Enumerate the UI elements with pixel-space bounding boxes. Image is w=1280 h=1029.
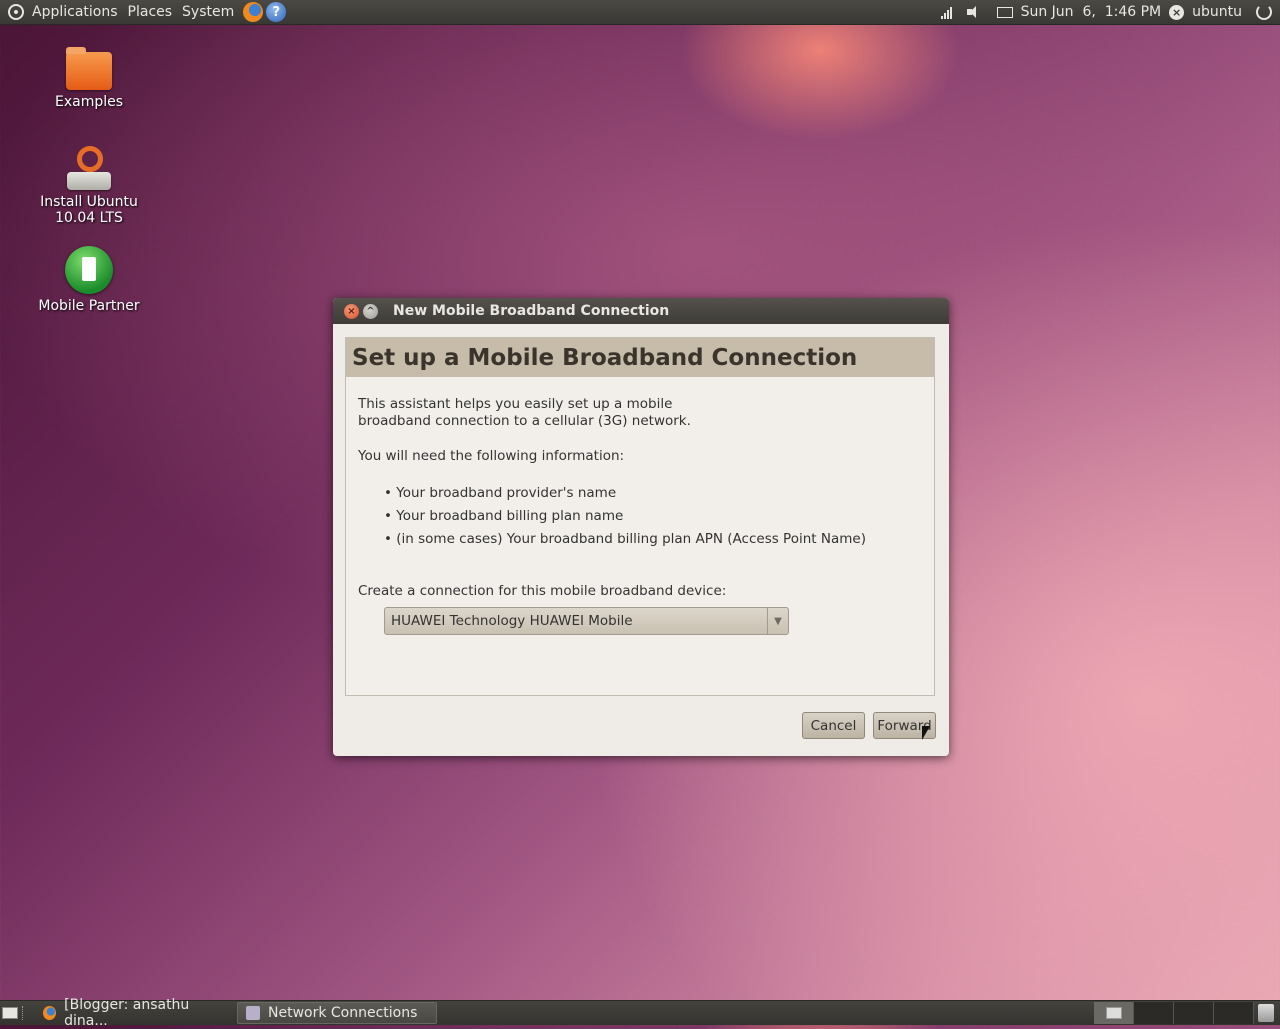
- firefox-icon: [43, 1006, 57, 1020]
- workspace-2[interactable]: [1134, 1002, 1174, 1024]
- device-select[interactable]: HUAWEI Technology HUAWEI Mobile ▼: [384, 607, 789, 635]
- installer-icon: [65, 146, 113, 190]
- page-heading: Set up a Mobile Broadband Connection: [352, 344, 858, 371]
- assistant-page: Set up a Mobile Broadband Connection Thi…: [345, 337, 935, 696]
- new-mobile-broadband-dialog: × ^ New Mobile Broadband Connection Set …: [333, 298, 949, 756]
- workspace-3[interactable]: [1174, 1002, 1214, 1024]
- workspace-4[interactable]: [1214, 1002, 1254, 1024]
- page-heading-band: Set up a Mobile Broadband Connection: [346, 338, 934, 377]
- desktop-icon-mobile-partner[interactable]: Mobile Partner: [14, 246, 164, 314]
- list-item: (in some cases) Your broadband billing p…: [384, 528, 866, 551]
- top-panel: Applications Places System ? Sun Jun 6, …: [0, 0, 1280, 25]
- cancel-button[interactable]: Cancel: [802, 712, 865, 739]
- folder-icon: [66, 47, 112, 90]
- signal-strength-icon[interactable]: [940, 5, 959, 19]
- firefox-icon[interactable]: [243, 2, 264, 22]
- clock[interactable]: Sun Jun 6, 1:46 PM: [1021, 4, 1162, 20]
- show-desktop-icon[interactable]: [2, 1007, 18, 1019]
- mail-icon[interactable]: [996, 6, 1013, 18]
- taskbar-item-network-connections[interactable]: Network Connections: [237, 1002, 437, 1024]
- main-menu: Applications Places System ?: [0, 2, 287, 22]
- desktop-icon-label: Install Ubuntu 10.04 LTS: [40, 194, 138, 226]
- requirements-label: You will need the following information:: [358, 448, 625, 464]
- list-item: Your broadband billing plan name: [384, 505, 866, 528]
- taskbar-item-label: Network Connections: [268, 1005, 418, 1021]
- user-status-icon[interactable]: ×: [1169, 4, 1185, 20]
- intro-line: broadband connection to a cellular (3G) …: [358, 413, 691, 429]
- taskbar-item-blogger[interactable]: [Blogger: ansathu dina...: [35, 997, 235, 1029]
- power-icon[interactable]: [1256, 4, 1272, 20]
- workspace-switcher: [1094, 1002, 1254, 1024]
- maximize-icon[interactable]: ^: [363, 303, 378, 319]
- user-name[interactable]: ubuntu: [1192, 4, 1242, 20]
- desktop-icon-examples[interactable]: Examples: [14, 47, 164, 110]
- device-label: Create a connection for this mobile broa…: [358, 583, 727, 599]
- panel-separator: [22, 1006, 27, 1020]
- menu-places[interactable]: Places: [123, 4, 178, 20]
- intro-text: This assistant helps you easily set up a…: [358, 396, 691, 430]
- menu-applications[interactable]: Applications: [27, 4, 123, 20]
- help-icon[interactable]: ?: [266, 2, 287, 22]
- volume-icon[interactable]: [966, 5, 983, 19]
- requirements-list: Your broadband provider's name Your broa…: [384, 482, 866, 551]
- chevron-down-icon[interactable]: ▼: [767, 608, 788, 634]
- dialog-title: New Mobile Broadband Connection: [393, 303, 670, 319]
- device-select-value: HUAWEI Technology HUAWEI Mobile: [391, 613, 633, 629]
- dialog-titlebar[interactable]: × ^ New Mobile Broadband Connection: [333, 298, 949, 324]
- intro-line: This assistant helps you easily set up a…: [358, 396, 673, 412]
- ubuntu-logo-icon[interactable]: [8, 4, 24, 20]
- desktop-icon-label: Examples: [54, 94, 124, 110]
- desktop-icon-install-ubuntu[interactable]: Install Ubuntu 10.04 LTS: [14, 146, 164, 226]
- network-icon: [246, 1006, 260, 1020]
- menu-system[interactable]: System: [177, 4, 239, 20]
- close-icon[interactable]: ×: [344, 303, 359, 319]
- list-item: Your broadband provider's name: [384, 482, 866, 505]
- system-tray: Sun Jun 6, 1:46 PM × ubuntu: [940, 4, 1280, 20]
- mobile-partner-icon: [65, 246, 113, 294]
- workspace-1[interactable]: [1094, 1002, 1134, 1024]
- trash-icon[interactable]: [1258, 1004, 1274, 1022]
- desktop-icon-label: Mobile Partner: [38, 298, 140, 314]
- bottom-panel: [Blogger: ansathu dina... Network Connec…: [0, 997, 1280, 1029]
- taskbar-item-label: [Blogger: ansathu dina...: [64, 997, 190, 1029]
- mouse-cursor-icon: [922, 726, 930, 740]
